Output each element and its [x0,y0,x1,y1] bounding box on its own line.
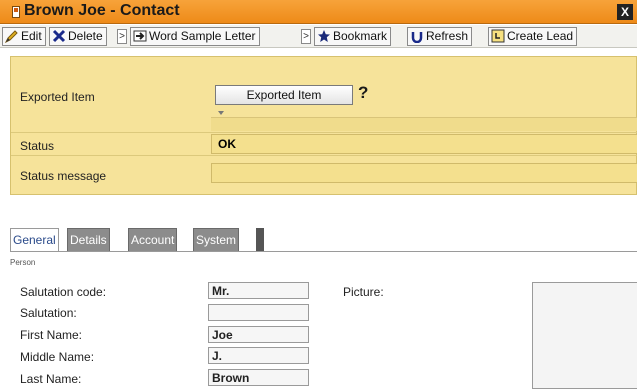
tab-details[interactable]: Details [67,228,110,252]
star-icon [318,30,330,42]
toolbar-separator[interactable]: > [117,29,127,44]
last-name-field[interactable]: Brown [208,369,309,386]
word-sample-letter-label: Word Sample Letter [149,29,256,43]
salutation-code-field[interactable]: Mr. [208,282,309,299]
field-label: Salutation: [20,306,77,320]
delete-button[interactable]: Delete [49,27,107,46]
delete-x-icon [52,29,66,43]
tab-more[interactable] [256,228,264,252]
tab-system[interactable]: System [193,228,240,252]
picture-frame[interactable] [532,282,637,389]
tab-general[interactable]: General [10,228,59,252]
help-icon[interactable]: ? [358,83,368,103]
field-label: First Name: [20,328,83,342]
status-message-value [211,163,637,183]
create-lead-label: Create Lead [507,29,574,43]
exported-item-label: Exported Item [20,90,95,104]
tab-baseline [10,251,637,252]
field-label: Middle Name: [20,350,95,364]
exported-item-area [211,117,637,131]
toolbar-separator[interactable]: > [301,29,311,44]
bookmark-button[interactable]: Bookmark [314,27,392,46]
create-lead-button[interactable]: Create Lead [488,27,578,46]
edit-button[interactable]: Edit [2,27,46,46]
contact-card-icon [12,6,20,18]
bookmark-label: Bookmark [333,29,388,43]
toolbar: Edit Delete > Word Sample Letter > Bookm… [0,25,637,48]
refresh-icon [411,32,423,43]
close-button[interactable]: X [617,4,633,20]
word-sample-letter-button[interactable]: Word Sample Letter [130,27,260,46]
refresh-label: Refresh [426,29,469,43]
middle-name-field[interactable]: J. [208,347,309,364]
picture-label: Picture: [343,285,384,299]
refresh-button[interactable]: Refresh [407,27,473,46]
tab-account[interactable]: Account [128,228,178,252]
first-name-field[interactable]: Joe [208,326,309,343]
edit-label: Edit [21,29,42,43]
salutation-field[interactable] [208,304,309,321]
export-panel: Exported Item Exported Item ? Status OK … [10,56,637,195]
delete-label: Delete [68,29,103,43]
pencil-icon [5,30,18,43]
create-lead-icon [491,29,505,43]
window-title: Brown Joe - Contact [24,2,180,19]
status-label: Status [20,139,55,153]
status-value: OK [211,134,637,154]
export-arrow-icon [133,30,147,42]
field-label: Last Name: [20,372,82,386]
exported-item-button[interactable]: Exported Item [215,85,353,105]
divider [11,155,637,156]
window-title-bar: Brown Joe - Contact X [0,0,637,24]
status-message-label: Status message [20,169,107,183]
group-label: Person [10,258,36,267]
dropdown-arrow-icon[interactable] [218,111,224,115]
divider [11,132,637,133]
field-label: Salutation code: [20,285,107,299]
